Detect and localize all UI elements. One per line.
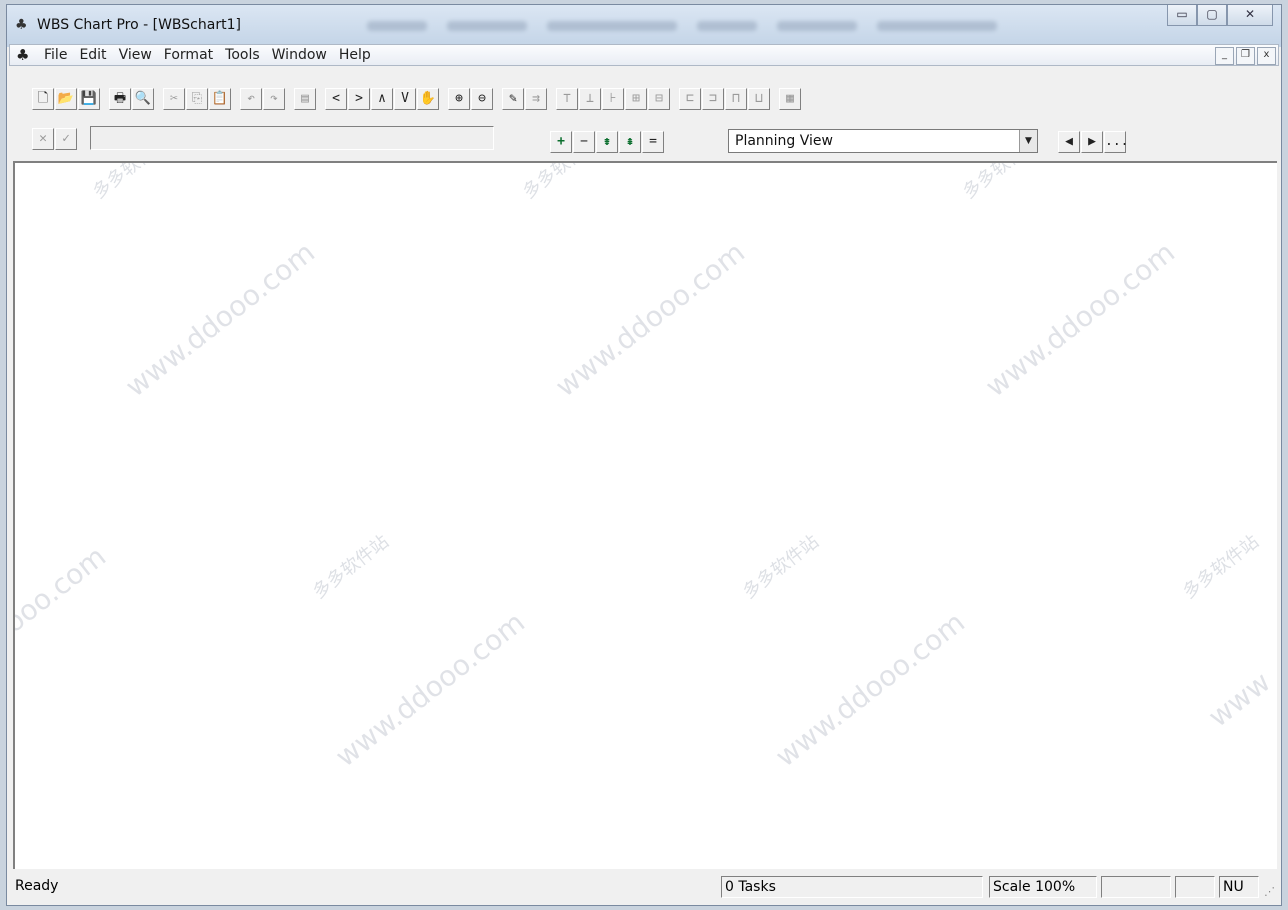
blurred-tab <box>777 21 857 31</box>
menu-tools[interactable]: Tools <box>219 46 266 64</box>
save-icon[interactable]: 💾 <box>78 88 100 110</box>
title-bar[interactable]: ♣ WBS Chart Pro - [WBSchart1] ▭ ▢ ✕ <box>7 5 1281 47</box>
expand-icon[interactable]: ⇟ <box>596 131 618 153</box>
chart-canvas[interactable]: www.ddooo.com www.ddooo.com www.ddooo.co… <box>13 161 1277 869</box>
watermark-cn: 多多软件站 <box>308 531 393 604</box>
outline-toolbar: + − ⇟ ⇞ = <box>550 131 665 153</box>
menu-file[interactable]: File <box>38 46 73 64</box>
grid-icon[interactable]: ▦ <box>779 88 801 110</box>
layout-3-icon[interactable]: ⊦ <box>602 88 624 110</box>
status-tasks: 0 Tasks <box>721 876 983 898</box>
next-view-icon[interactable]: ▶ <box>1081 131 1103 153</box>
zoom-out-icon[interactable]: ⊖ <box>471 88 493 110</box>
print-preview-icon[interactable]: 🔍 <box>132 88 154 110</box>
minimize-button[interactable]: ▭ <box>1167 5 1197 26</box>
move-left-icon[interactable]: < <box>325 88 347 110</box>
blurred-tab <box>447 21 527 31</box>
print-icon[interactable]: 🖶 <box>109 88 131 110</box>
watermark: www.ddooo.com <box>549 235 751 404</box>
hand-icon[interactable]: ✋ <box>417 88 439 110</box>
align-4-icon[interactable]: ⊔ <box>748 88 770 110</box>
new-icon[interactable]: 🗋 <box>32 88 54 110</box>
previous-view-icon[interactable]: ◀ <box>1058 131 1080 153</box>
resize-grip-icon[interactable]: ⋰ <box>1264 885 1275 898</box>
document-icon[interactable]: ♣ <box>16 46 29 64</box>
align-3-icon[interactable]: ⊓ <box>725 88 747 110</box>
add-icon[interactable]: + <box>550 131 572 153</box>
status-bar: Ready 0 Tasks Scale 100% NU ⋰ <box>13 874 1277 900</box>
watermark: www.ddooo.com <box>329 605 531 774</box>
open-icon[interactable]: 📂 <box>55 88 77 110</box>
layout-4-icon[interactable]: ⊞ <box>625 88 647 110</box>
zoom-in-icon[interactable]: ⊕ <box>448 88 470 110</box>
mdi-restore-button[interactable]: ❐ <box>1236 47 1255 65</box>
remove-icon[interactable]: − <box>573 131 595 153</box>
layout-1-icon[interactable]: ⊤ <box>556 88 578 110</box>
menu-edit[interactable]: Edit <box>73 46 112 64</box>
view-select-value: Planning View <box>735 133 833 149</box>
paste-icon[interactable]: 📋 <box>209 88 231 110</box>
outline-icon[interactable]: ⇉ <box>525 88 547 110</box>
copy-icon[interactable]: ⎘ <box>186 88 208 110</box>
redo-icon[interactable]: ↷ <box>263 88 285 110</box>
status-pane-empty <box>1175 876 1215 898</box>
chevron-down-icon[interactable]: ▼ <box>1019 130 1037 152</box>
menu-help[interactable]: Help <box>333 46 377 64</box>
format-icon[interactable]: ✎ <box>502 88 524 110</box>
watermark-cn: 多多软件站 <box>1178 531 1263 604</box>
menu-format[interactable]: Format <box>158 46 219 64</box>
watermark: www.ddooo.com <box>979 235 1181 404</box>
mdi-minimize-button[interactable]: _ <box>1215 47 1234 65</box>
watermark: www <box>1202 665 1277 734</box>
close-button[interactable]: ✕ <box>1227 5 1273 26</box>
accept-edit-icon[interactable]: ✓ <box>55 128 77 150</box>
watermark-cn: 多多软件站 <box>88 161 173 204</box>
maximize-button[interactable]: ▢ <box>1197 5 1227 26</box>
menu-items: File Edit View Format Tools Window Help <box>38 46 377 64</box>
level-icon[interactable]: = <box>642 131 664 153</box>
layout-2-icon[interactable]: ⊥ <box>579 88 601 110</box>
menu-view[interactable]: View <box>113 46 158 64</box>
move-right-icon[interactable]: > <box>348 88 370 110</box>
status-scale: Scale 100% <box>989 876 1097 898</box>
cancel-edit-icon[interactable]: ✕ <box>32 128 54 150</box>
blurred-tab <box>697 21 757 31</box>
status-nu: NU <box>1219 876 1259 898</box>
app-icon[interactable]: ♣ <box>15 17 31 33</box>
watermark: ooo.com <box>13 539 113 640</box>
blurred-tab <box>547 21 677 31</box>
undo-icon[interactable]: ↶ <box>240 88 262 110</box>
task-name-input[interactable] <box>90 126 494 150</box>
status-pane-empty <box>1101 876 1171 898</box>
standard-toolbar: 🗋 📂 💾 🖶 🔍 ✂ ⎘ 📋 ↶ ↷ ▤ < > ∧ V ✋ ⊕ ⊖ ✎ ⇉ … <box>32 88 802 110</box>
cut-icon[interactable]: ✂ <box>163 88 185 110</box>
align-1-icon[interactable]: ⊏ <box>679 88 701 110</box>
collapse-icon[interactable]: ⇞ <box>619 131 641 153</box>
layout-5-icon[interactable]: ⊟ <box>648 88 670 110</box>
blurred-tab <box>367 21 427 31</box>
menu-bar: ♣ File Edit View Format Tools Window Hel… <box>9 44 1279 66</box>
status-ready: Ready <box>15 878 59 894</box>
view-select[interactable]: Planning View ▼ <box>728 129 1038 153</box>
blurred-tab <box>877 21 997 31</box>
task-info-icon[interactable]: ▤ <box>294 88 316 110</box>
watermark-cn: 多多软件站 <box>518 161 603 204</box>
align-2-icon[interactable]: ⊐ <box>702 88 724 110</box>
window-title: WBS Chart Pro - [WBSchart1] <box>37 17 241 33</box>
more-views-icon[interactable]: ... <box>1104 131 1128 153</box>
edit-toolbar: ✕ ✓ <box>32 128 78 150</box>
menu-window[interactable]: Window <box>266 46 333 64</box>
move-up-icon[interactable]: ∧ <box>371 88 393 110</box>
watermark-cn: 多多软件站 <box>958 161 1043 204</box>
move-down-icon[interactable]: V <box>394 88 416 110</box>
view-nav-toolbar: ◀ ▶ ... <box>1058 131 1128 153</box>
watermark-cn: 多多软件站 <box>738 531 823 604</box>
watermark: www.ddooo.com <box>119 235 321 404</box>
mdi-close-button[interactable]: x <box>1257 47 1276 65</box>
watermark: www.ddooo.com <box>769 605 971 774</box>
